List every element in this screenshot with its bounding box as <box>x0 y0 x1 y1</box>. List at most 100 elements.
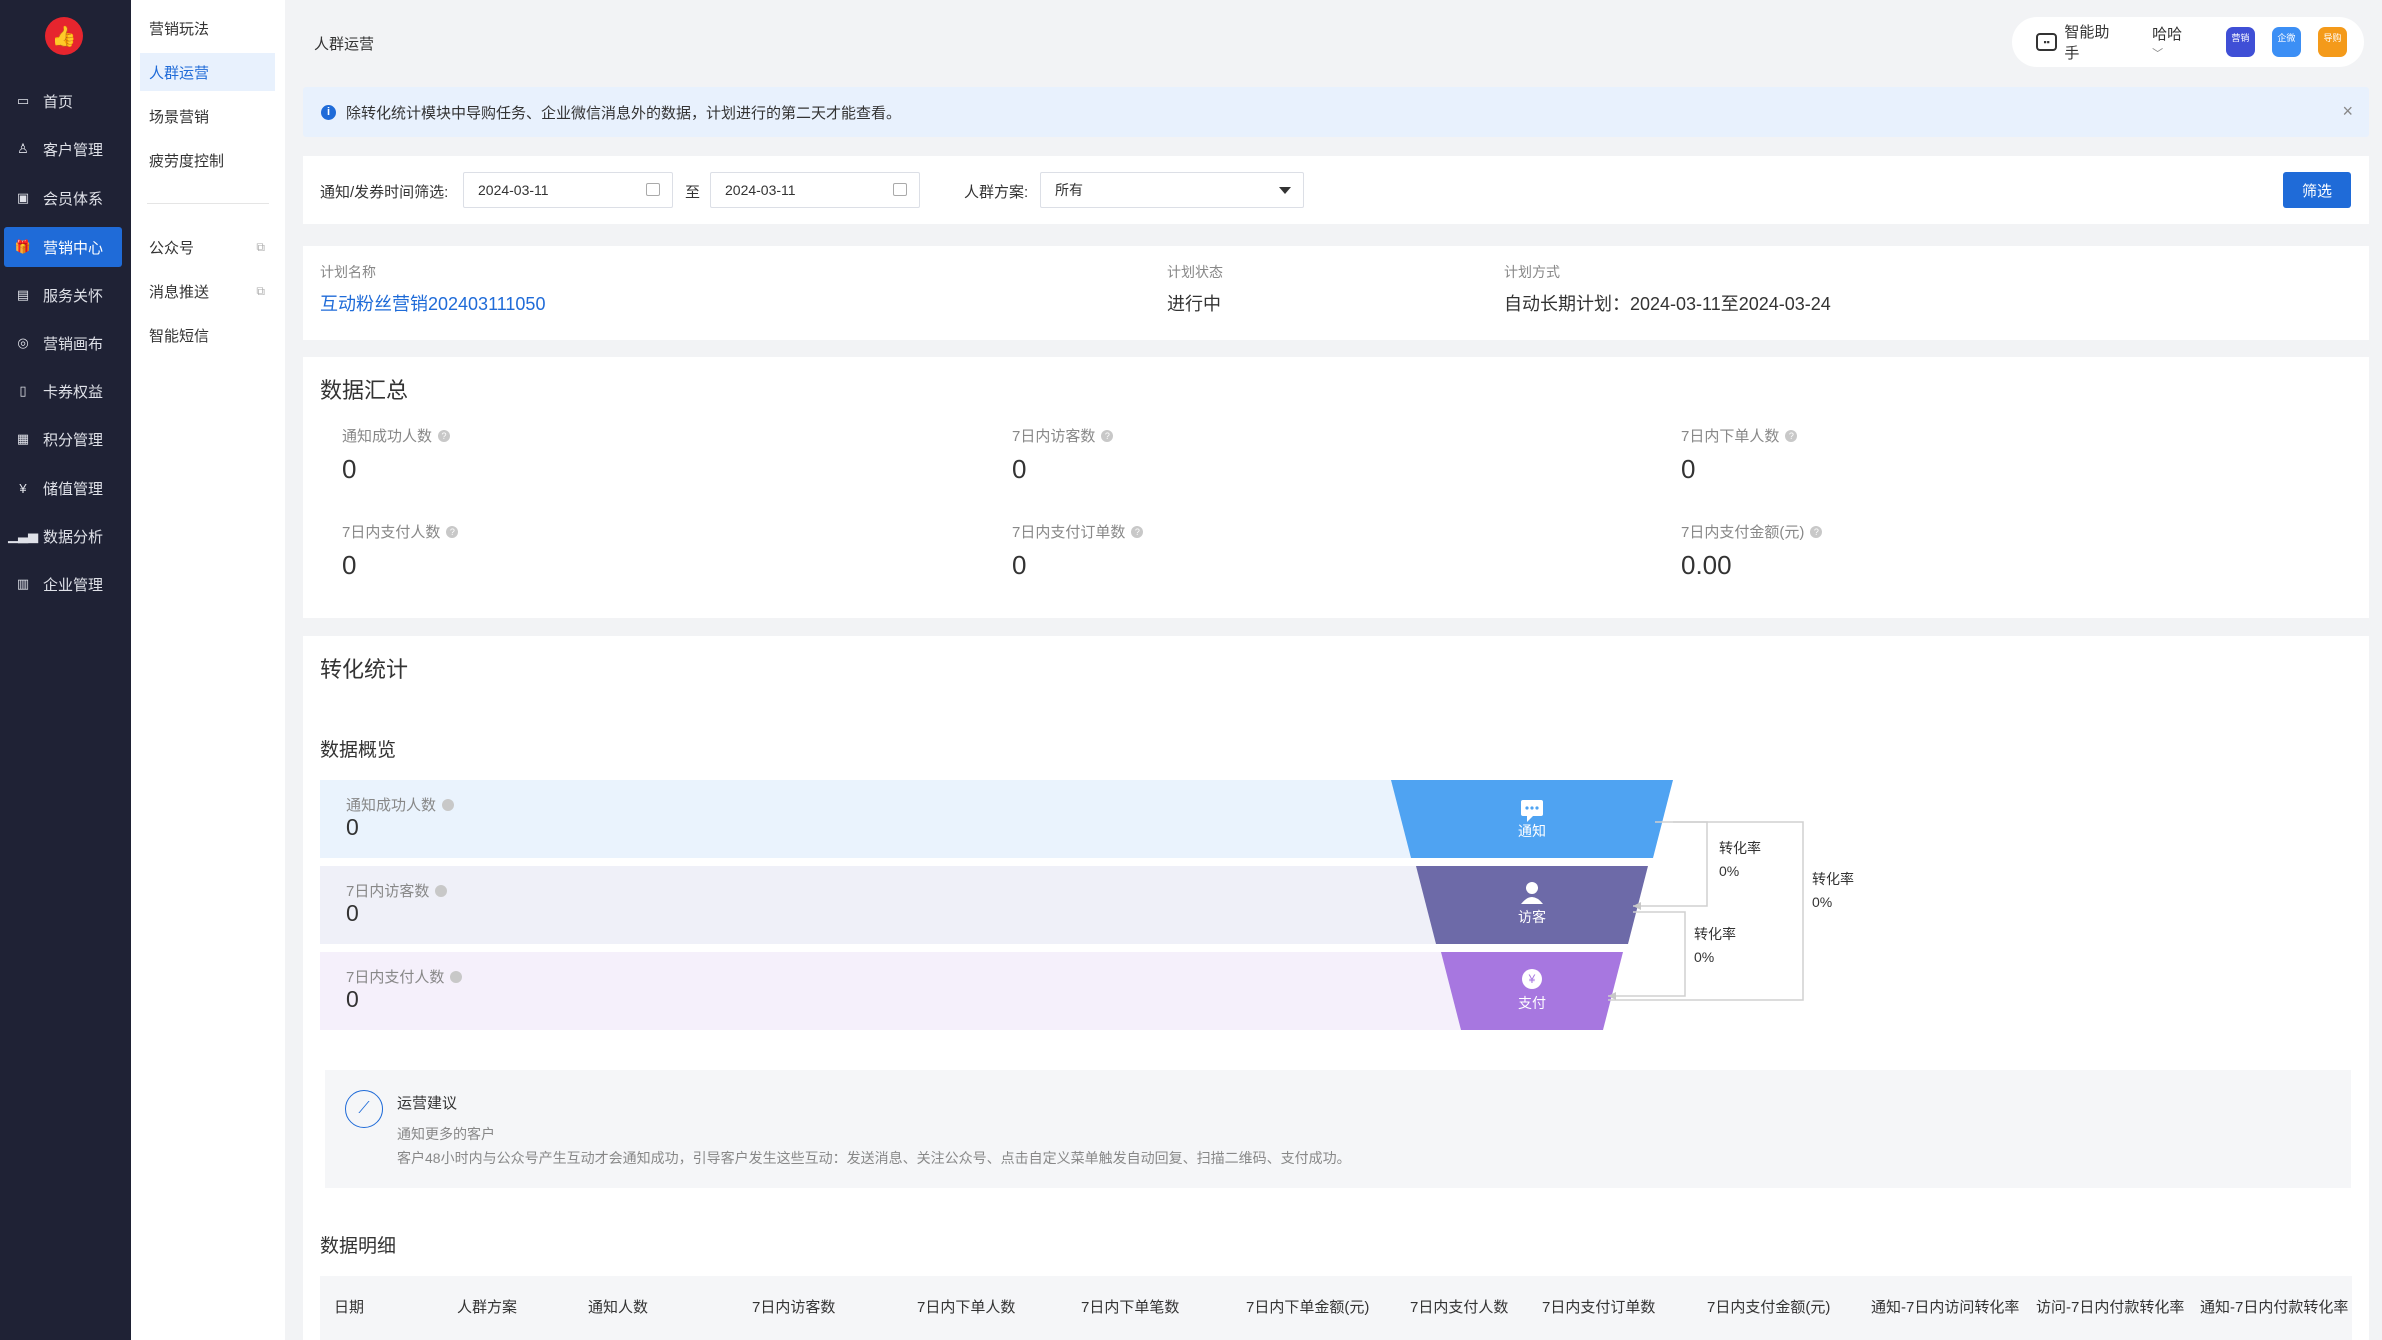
subnav-divider <box>147 203 269 204</box>
subnav-item-marketing-play[interactable]: 营销玩法 <box>140 9 275 47</box>
filter-bar: 通知/发券时间筛选: 2024-03-11 至 2024-03-11 人群方案:… <box>303 156 2369 224</box>
main-content: 人群运营 ▪▪ 智能助手 哈哈 ﹀ 营销 企微 导购 i 除转化统计模块中导购任务… <box>285 0 2382 1340</box>
yuan-coin-icon: ¥ <box>1522 969 1542 989</box>
help-icon[interactable]: ? <box>1785 429 1798 442</box>
caret-down-icon <box>1279 187 1291 194</box>
nav-item-enterprise[interactable]: ▥ 企业管理 <box>4 564 122 604</box>
external-link-icon: ⧉ <box>256 239 265 254</box>
column-header: 日期 <box>334 1299 365 1316</box>
subnav-item-smart-sms[interactable]: 智能短信 <box>140 316 275 354</box>
top-toolbar: ▪▪ 智能助手 哈哈 ﹀ 营销 企微 导购 <box>2012 17 2364 67</box>
column-header: 访问-7日内付款转化率 <box>2036 1299 2185 1316</box>
secondary-nav: 营销玩法 人群运营 场景营销 疲劳度控制 公众号 ⧉ 消息推送 ⧉ 智能短信 <box>131 0 285 1340</box>
nav-item-coupons[interactable]: ▯ 卡券权益 <box>4 371 122 411</box>
nav-item-points[interactable]: ▦ 积分管理 <box>4 419 122 459</box>
column-header: 7日内访客数 <box>752 1299 836 1316</box>
column-header: 7日内下单笔数 <box>1081 1299 1180 1316</box>
nav-item-marketing[interactable]: 🎁 营销中心 <box>4 227 122 267</box>
funnel-label-pay: 支付 <box>1518 995 1546 1011</box>
plan-name-label: 计划名称 <box>320 264 376 280</box>
column-header: 人群方案 <box>457 1299 518 1316</box>
nav-item-customers[interactable]: ♙ 客户管理 <box>4 129 122 169</box>
nav-item-analytics[interactable]: ▁▃▅ 数据分析 <box>4 516 122 556</box>
rate-notify-pay: 转化率 0% <box>1808 868 1858 914</box>
building-icon: ▥ <box>16 576 30 591</box>
advice-subtitle: 通知更多的客户 <box>397 1126 495 1142</box>
column-header: 7日内支付人数 <box>1410 1299 1509 1316</box>
chevron-down-icon: ﹀ <box>2152 48 2164 60</box>
column-header: 通知-7日内访问转化率 <box>1871 1299 2020 1316</box>
info-icon: i <box>321 104 336 120</box>
subnav-item-fatigue-control[interactable]: 疲劳度控制 <box>140 141 275 179</box>
crowd-plan-label: 人群方案: <box>964 184 1029 201</box>
metric-7d-pay-users: 7日内支付人数? 0 <box>342 521 459 581</box>
calendar-icon <box>646 183 660 196</box>
column-header: 7日内支付订单数 <box>1542 1299 1656 1316</box>
vip-card-icon: ▣ <box>16 190 30 205</box>
data-summary: 数据汇总 通知成功人数? 0 7日内访客数? 0 7日内下单人数? 0 7日内支付人数… <box>303 357 2369 618</box>
nav-item-home[interactable]: ▭ 首页 <box>4 81 122 121</box>
metric-7d-visitors: 7日内访客数? 0 <box>1012 425 1114 485</box>
rate-visit-pay: 转化率 0% <box>1690 923 1740 969</box>
help-icon[interactable]: ? <box>446 525 459 538</box>
funnel-segment-notify <box>1391 780 1673 858</box>
page-title: 人群运营 <box>314 36 375 53</box>
summary-title: 数据汇总 <box>320 378 409 403</box>
column-header: 7日内下单金额(元) <box>1246 1299 1370 1316</box>
gift-icon: 🎁 <box>14 239 32 254</box>
filter-button[interactable]: 筛选 <box>2283 172 2351 208</box>
plan-mode: 自动长期计划：2024-03-11至2024-03-24 <box>1504 294 1831 314</box>
funnel-label-notify: 通知 <box>1518 823 1546 839</box>
plan-name-link[interactable]: 互动粉丝营销202403111050 <box>320 290 545 316</box>
rate-notify-visit: 转化率 0% <box>1715 837 1765 883</box>
time-filter-label: 通知/发券时间筛选: <box>320 184 449 201</box>
app-marketing[interactable]: 营销 <box>2225 27 2255 57</box>
help-icon[interactable]: ? <box>1131 525 1144 538</box>
advice-detail: 客户48小时内与公众号产生互动才会通知成功，引导客户发生这些互动：发送消息、关注… <box>397 1150 1351 1166</box>
help-icon[interactable]: ? <box>438 429 451 442</box>
nav-item-canvas[interactable]: ◎ 营销画布 <box>4 323 122 363</box>
canvas-icon: ◎ <box>17 335 29 350</box>
subnav-item-message-push[interactable]: 消息推送 ⧉ <box>140 272 275 310</box>
home-icon: ▭ <box>16 93 30 108</box>
operation-advice: ⟋ 运营建议 通知更多的客户 客户48小时内与公众号产生互动才会通知成功，引导客… <box>325 1070 2351 1188</box>
funnel-label-visitors: 访客 <box>1518 909 1546 925</box>
app-wecom[interactable]: 企微 <box>2271 27 2301 57</box>
detail-title: 数据明细 <box>320 1236 397 1257</box>
funnel-chart: ¥ 通知 访客 支付 <box>1391 780 1804 1030</box>
end-date-input[interactable]: 2024-03-11 <box>710 172 920 208</box>
bar-chart-icon: ▁▃▅ <box>8 528 38 543</box>
app-guide[interactable]: 导购 <box>2317 27 2347 57</box>
advice-title: 运营建议 <box>397 1095 458 1112</box>
nav-item-stored-value[interactable]: ¥ 储值管理 <box>4 468 122 508</box>
metric-7d-pay-amount: 7日内支付金额(元)? 0.00 <box>1681 521 1823 581</box>
start-date-input[interactable]: 2024-03-11 <box>463 172 673 208</box>
detail-table-header: 日期 人群方案 通知人数 7日内访客数 7日内下单人数 7日内下单笔数 7日内下… <box>320 1276 2352 1340</box>
nav-item-service[interactable]: ▤ 服务关怀 <box>4 275 122 315</box>
subnav-item-crowd-ops[interactable]: 人群运营 <box>140 53 275 91</box>
plan-info: 计划名称 互动粉丝营销202403111050 计划状态 进行中 计划方式 自动… <box>303 246 2369 340</box>
assistant-button[interactable]: ▪▪ 智能助手 <box>2036 21 2122 63</box>
column-header: 通知-7日内付款转化率 <box>2200 1299 2349 1316</box>
column-header: 7日内下单人数 <box>917 1299 1016 1316</box>
crowd-plan-select[interactable]: 所有 <box>1040 172 1304 208</box>
plan-mode-label: 计划方式 <box>1504 264 1560 280</box>
logo[interactable]: 👍 <box>45 17 83 55</box>
help-icon[interactable]: ? <box>1810 525 1823 538</box>
notice-banner: i 除转化统计模块中导购任务、企业微信消息外的数据，计划进行的第二天才能查看。 … <box>303 87 2369 137</box>
nav-item-membership[interactable]: ▣ 会员体系 <box>4 178 122 218</box>
subnav-item-official-account[interactable]: 公众号 ⧉ <box>140 228 275 266</box>
funnel-segment-pay <box>1441 952 1623 1030</box>
yuan-icon: ¥ <box>19 480 27 496</box>
user-menu[interactable]: 哈哈 ﹀ <box>2152 23 2196 61</box>
subnav-item-scene-marketing[interactable]: 场景营销 <box>140 97 275 135</box>
user-icon: ♙ <box>17 141 29 156</box>
close-icon[interactable]: × <box>2342 101 2353 122</box>
funnel-segment-visitors <box>1416 866 1648 944</box>
service-icon: ▤ <box>16 287 30 302</box>
metric-notify-success: 通知成功人数? 0 <box>342 425 451 485</box>
plan-status: 进行中 <box>1167 294 1221 314</box>
points-icon: ▦ <box>16 431 30 446</box>
column-header: 通知人数 <box>588 1299 649 1316</box>
help-icon[interactable]: ? <box>1101 429 1114 442</box>
